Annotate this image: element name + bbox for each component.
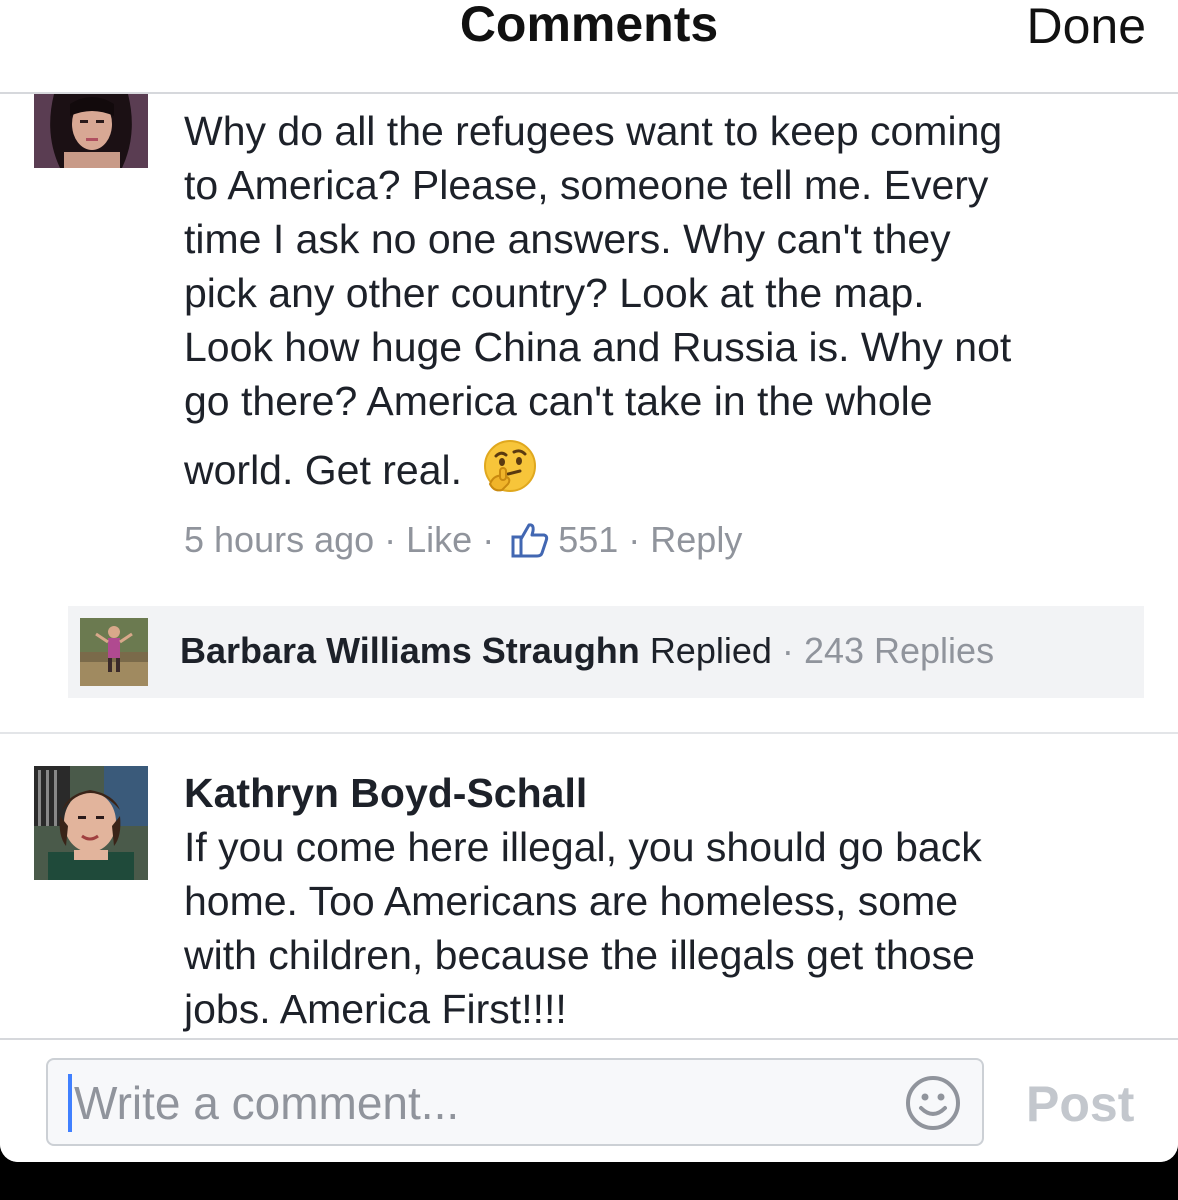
comment-time: 5 hours ago [184, 519, 375, 560]
replies-summary: Barbara Williams Straughn Replied · 243 … [180, 628, 994, 674]
emoji-picker-icon[interactable] [904, 1074, 962, 1132]
comment-line: jobs. America First!!!! [184, 986, 567, 1032]
thinking-face-icon [482, 438, 538, 511]
comment-line: to America? Please, someone tell me. Eve… [184, 162, 989, 208]
divider [0, 732, 1178, 734]
comment-author-name[interactable]: Kathryn Boyd-Schall [184, 766, 1144, 820]
text-caret [68, 1074, 72, 1132]
like-count: 551 [558, 519, 619, 560]
like-button[interactable]: Like [406, 518, 472, 562]
avatar[interactable] [34, 766, 148, 880]
comment-line: time I ask no one answers. Why can't the… [184, 216, 951, 262]
page-title: Comments [459, 0, 719, 52]
comment-text: Why do all the refugees want to keep com… [184, 104, 1144, 511]
comment-line: pick any other country? Look at the map. [184, 270, 925, 316]
comment-line: If you come here illegal, you should go … [184, 824, 982, 870]
comment-line: home. Too Americans are homeless, some [184, 878, 959, 924]
comment-line: world. Get real. [184, 447, 462, 493]
comment-line: Look how huge China and Russia is. Why n… [184, 324, 1012, 370]
comment-meta: 5 hours ago · Like · 551 · Reply [184, 518, 742, 562]
reply-author-name: Barbara Williams Straughn [180, 630, 640, 671]
comment-input-placeholder: Write a comment... [74, 1077, 460, 1129]
comment-composer: Write a comment... Post [0, 1038, 1178, 1162]
comment-input[interactable]: Write a comment... [46, 1058, 984, 1146]
separator-dot: · [628, 519, 641, 560]
comment-line: go there? America can't take in the whol… [184, 378, 933, 424]
comment-text: Kathryn Boyd-Schall If you come here ill… [184, 766, 1144, 1036]
separator-dot: · [384, 519, 397, 560]
done-button[interactable]: Done [1026, 0, 1146, 56]
separator-dot: · [482, 519, 495, 560]
comments-sheet: Comments Done Why do all the refugees wa… [0, 0, 1178, 1162]
comment-line: Why do all the refugees want to keep com… [184, 108, 1003, 154]
comments-header: Comments Done [0, 0, 1178, 94]
avatar[interactable] [34, 94, 148, 168]
comment-last-line: world. Get real. [184, 438, 1144, 511]
separator-dot: · [781, 630, 794, 671]
reply-button[interactable]: Reply [650, 518, 742, 562]
avatar [80, 618, 148, 686]
comment-line: with children, because the illegals get … [184, 932, 975, 978]
replies-count: 243 Replies [803, 630, 995, 671]
post-button[interactable]: Post [1026, 1074, 1134, 1134]
view-replies-row[interactable]: Barbara Williams Straughn Replied · 243 … [68, 606, 1144, 698]
reply-action: Replied [649, 630, 772, 671]
thumbs-up-icon [510, 520, 550, 560]
